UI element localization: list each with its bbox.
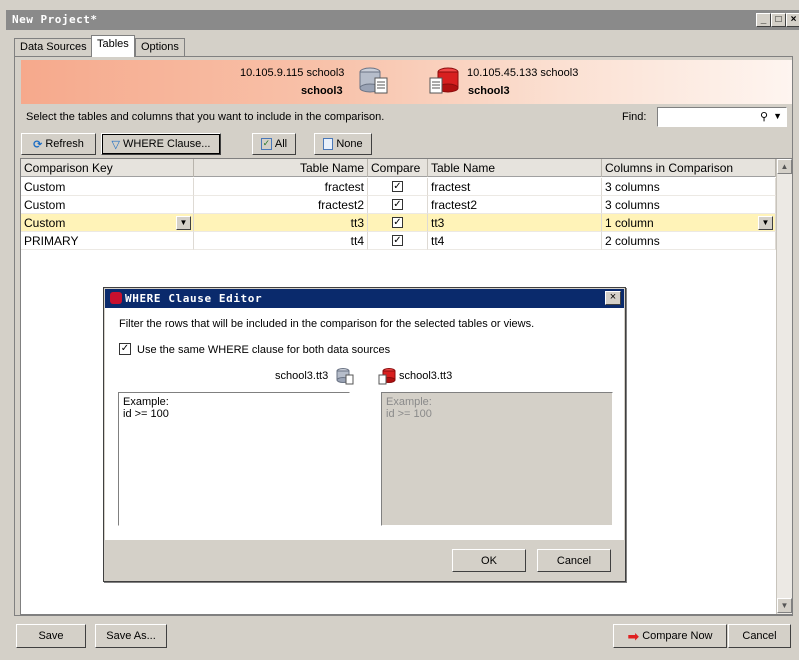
dialog-title: WHERE Clause Editor [125, 292, 263, 305]
same-clause-label: Use the same WHERE clause for both data … [137, 344, 391, 356]
comparison-key-cell[interactable]: Custom [21, 178, 194, 196]
table-row[interactable]: PRIMARY tt4 ✓ tt4 2 columns [21, 232, 776, 250]
find-input[interactable]: ⚲ ▼ [657, 107, 787, 127]
refresh-label: Refresh [45, 138, 84, 150]
same-clause-checkbox[interactable]: ✓ [119, 343, 131, 355]
compare-cell: ✓ [368, 196, 428, 214]
column-header-columns[interactable]: Columns in Comparison [602, 159, 776, 177]
dialog-close-icon[interactable]: × [605, 291, 621, 305]
grid-header: Comparison Key Table Name Compare Table … [21, 159, 776, 177]
right-where-textarea: Example: id >= 100 [381, 392, 613, 526]
app-logo-icon [110, 292, 122, 304]
database-red-icon [378, 367, 396, 388]
where-clause-button[interactable]: ▽ WHERE Clause... [101, 133, 221, 155]
window-titlebar[interactable]: New Project* _ □ × [6, 10, 799, 30]
columns-cell[interactable]: 3 columns [602, 196, 776, 214]
select-all-button[interactable]: ✓ All [252, 133, 296, 155]
tab-data-sources[interactable]: Data Sources [14, 38, 93, 57]
right-table-label: school3.tt3 [399, 370, 453, 382]
compare-checkbox[interactable]: ✓ [392, 235, 403, 246]
ok-button[interactable]: OK [452, 549, 526, 572]
comparison-key-cell[interactable]: Custom [21, 214, 194, 232]
database-gray-icon [358, 66, 390, 99]
left-server-address: 10.105.9.115 school3 [240, 67, 345, 79]
right-table-cell: fractest2 [428, 196, 602, 214]
instructions-text: Select the tables and columns that you w… [26, 111, 385, 123]
table-row[interactable]: Custom fractest ✓ fractest 3 columns [21, 178, 776, 196]
column-header-compare[interactable]: Compare [368, 159, 428, 177]
database-gray-icon [336, 367, 354, 388]
where-clause-label: WHERE Clause... [123, 138, 211, 150]
left-table-cell: tt3 [194, 214, 368, 232]
right-table-cell: tt4 [428, 232, 602, 250]
column-header-right-table[interactable]: Table Name [428, 159, 602, 177]
columns-dropdown-icon[interactable]: ▼ [758, 216, 773, 230]
right-database-name: school3 [468, 85, 510, 97]
left-table-label: school3.tt3 [275, 370, 329, 382]
compare-cell: ✓ [368, 214, 428, 232]
right-table-cell: fractest [428, 178, 602, 196]
database-red-icon [428, 66, 460, 99]
filter-icon: ▽ [111, 138, 121, 151]
cancel-button[interactable]: Cancel [728, 624, 791, 648]
column-header-comparison-key[interactable]: Comparison Key [21, 159, 194, 177]
table-row-selected[interactable]: Custom ▼ tt3 ✓ tt3 1 column ▼ [21, 214, 776, 232]
dialog-body: Filter the rows that will be included in… [105, 308, 624, 539]
columns-cell[interactable]: 3 columns [602, 178, 776, 196]
grid-scrollbar[interactable]: ▲ ▼ [776, 159, 792, 614]
compare-checkbox[interactable]: ✓ [392, 181, 403, 192]
tab-tables[interactable]: Tables [91, 35, 135, 57]
left-database-name: school3 [301, 85, 343, 97]
dialog-titlebar[interactable]: WHERE Clause Editor × [105, 289, 624, 308]
tab-options[interactable]: Options [135, 38, 185, 57]
scroll-up-icon[interactable]: ▲ [777, 159, 792, 174]
dialog-footer: OK Cancel [105, 539, 624, 581]
dialog-description: Filter the rows that will be included in… [119, 318, 535, 330]
compare-checkbox[interactable]: ✓ [392, 217, 403, 228]
compare-cell: ✓ [368, 178, 428, 196]
right-table-cell: tt3 [428, 214, 602, 232]
arrow-right-icon: ➡ [627, 627, 640, 644]
comparison-key-dropdown-icon[interactable]: ▼ [176, 216, 191, 230]
select-none-label: None [336, 138, 363, 150]
column-header-left-table[interactable]: Table Name [194, 159, 368, 177]
select-none-button[interactable]: None [314, 133, 372, 155]
check-none-icon [323, 138, 334, 150]
left-table-cell: tt4 [194, 232, 368, 250]
find-dropdown-icon[interactable]: ▼ [773, 111, 782, 121]
compare-now-label: Compare Now [642, 630, 713, 642]
columns-cell[interactable]: 2 columns [602, 232, 776, 250]
find-label: Find: [622, 111, 647, 123]
minimize-button[interactable]: _ [756, 13, 771, 27]
compare-cell: ✓ [368, 232, 428, 250]
scroll-down-icon[interactable]: ▼ [777, 598, 792, 613]
dialog-cancel-button[interactable]: Cancel [537, 549, 611, 572]
comparison-key-cell[interactable]: PRIMARY [21, 232, 194, 250]
window-title: New Project* [12, 13, 98, 26]
table-row[interactable]: Custom fractest2 ✓ fractest2 3 columns [21, 196, 776, 214]
right-server-address: 10.105.45.133 school3 [467, 67, 579, 79]
select-all-label: All [274, 138, 288, 150]
data-source-header: 10.105.9.115 school3 school3 10.105.45.1… [21, 60, 792, 104]
left-table-cell: fractest2 [194, 196, 368, 214]
save-button[interactable]: Save [16, 624, 86, 648]
refresh-icon: ⟳ [33, 138, 43, 151]
left-where-textarea[interactable]: Example: id >= 100 [118, 392, 350, 526]
compare-now-button[interactable]: ➡ Compare Now [613, 624, 727, 648]
compare-checkbox[interactable]: ✓ [392, 199, 403, 210]
columns-cell[interactable]: 1 column [602, 214, 776, 232]
save-as-button[interactable]: Save As... [95, 624, 167, 648]
check-all-icon: ✓ [260, 138, 272, 150]
where-clause-dialog: WHERE Clause Editor × Filter the rows th… [103, 287, 626, 582]
window-top-strip [0, 0, 799, 9]
maximize-button[interactable]: □ [771, 13, 786, 27]
refresh-button[interactable]: ⟳ Refresh [21, 133, 96, 155]
search-icon[interactable]: ⚲ [760, 110, 768, 123]
close-window-button[interactable]: × [786, 13, 799, 27]
left-table-cell: fractest [194, 178, 368, 196]
comparison-key-cell[interactable]: Custom [21, 196, 194, 214]
